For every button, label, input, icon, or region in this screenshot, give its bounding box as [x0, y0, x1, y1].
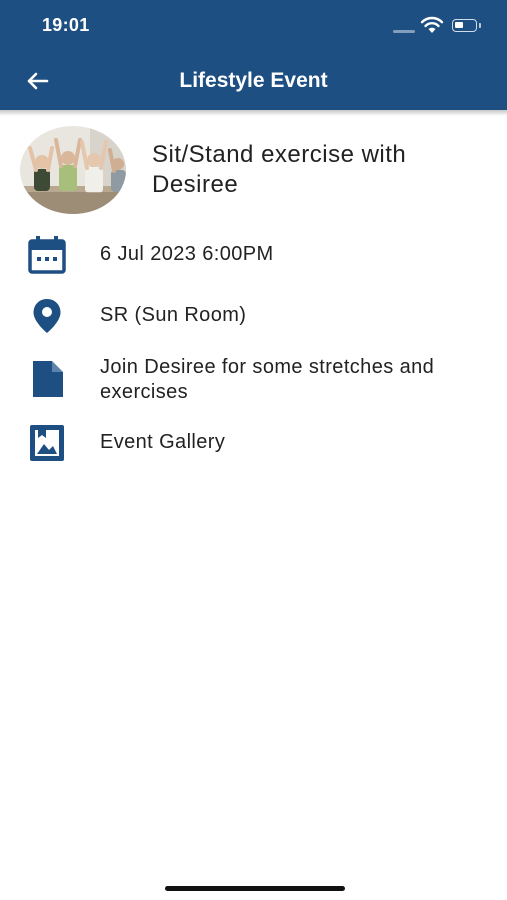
event-image[interactable]: [20, 126, 126, 214]
event-location: SR (Sun Room): [100, 304, 247, 326]
calendar-icon: [28, 236, 66, 274]
back-button[interactable]: [22, 66, 52, 96]
header-shadow: [0, 110, 507, 116]
event-gallery-link[interactable]: Event Gallery: [100, 430, 480, 455]
app-header: 19:01 Lifestyle Event: [0, 0, 507, 110]
event-title: Sit/Stand exercise with Desiree: [152, 141, 407, 198]
battery-level: [455, 22, 463, 28]
battery-cap: [479, 23, 481, 28]
document-icon: [28, 360, 66, 398]
event-date-row: 6 Jul 2023 6:00PM: [0, 236, 507, 276]
status-time: 19:01: [42, 15, 90, 35]
event-description-row: Join Desiree for some stretches and exer…: [0, 355, 507, 405]
event-date: 6 Jul 2023 6:00PM: [100, 243, 274, 265]
event-gallery-row[interactable]: Event Gallery: [0, 424, 507, 464]
wifi-icon: [420, 16, 444, 33]
arrow-left-icon: [27, 72, 49, 90]
location-pin-icon: [28, 297, 66, 335]
exercise-class-photo: [20, 126, 126, 214]
home-indicator[interactable]: [165, 886, 345, 891]
battery-icon: [452, 19, 477, 32]
page-title: Lifestyle Event: [179, 69, 328, 92]
event-location-row: SR (Sun Room): [0, 297, 507, 337]
event-description: Join Desiree for some stretches and exer…: [100, 356, 435, 403]
cellular-signal-icon: [393, 30, 415, 33]
gallery-icon: [28, 424, 66, 462]
